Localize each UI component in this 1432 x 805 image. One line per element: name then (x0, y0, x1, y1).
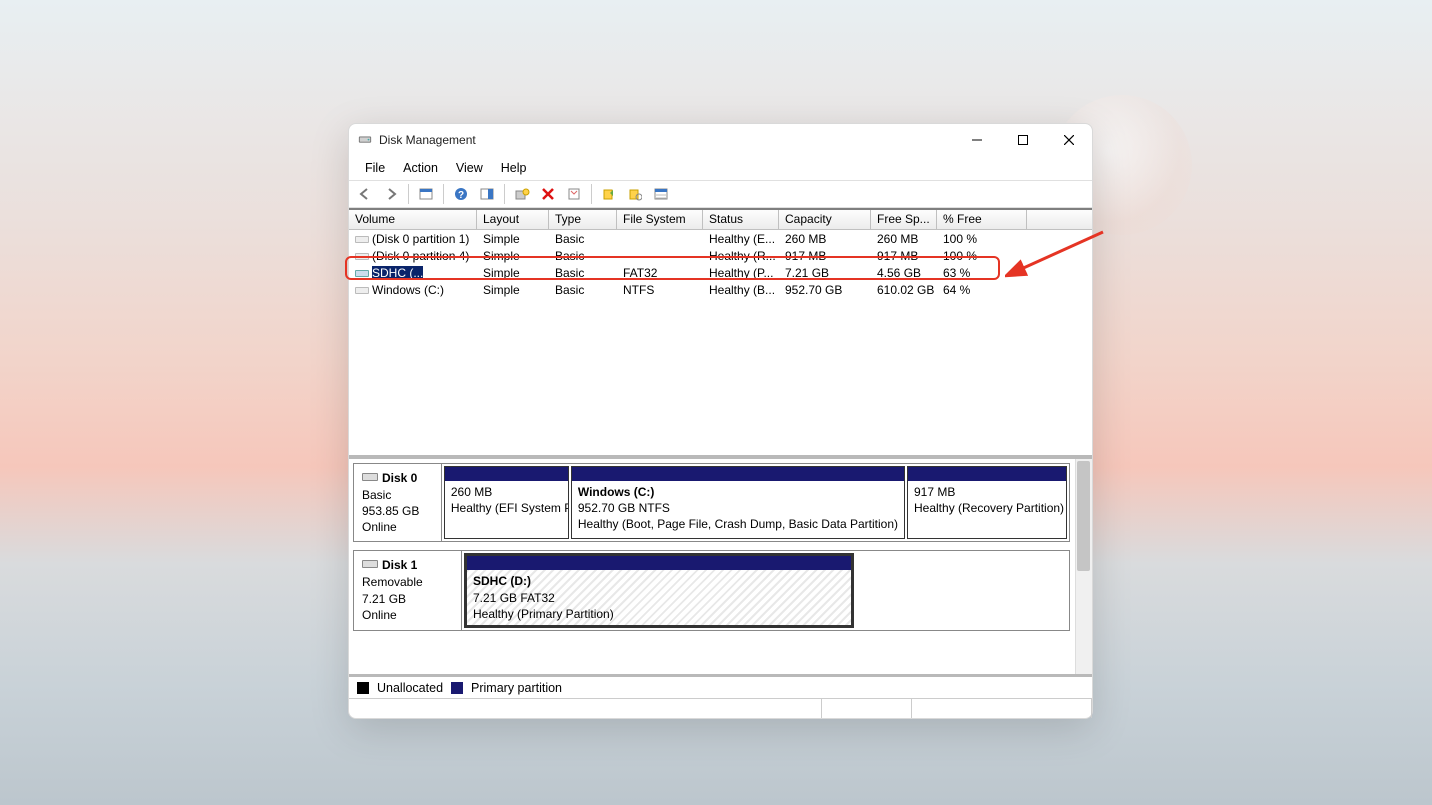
minimize-button[interactable] (954, 125, 1000, 155)
volume-row[interactable]: (Disk 0 partition 4) Simple Basic Health… (349, 247, 1092, 264)
legend-swatch-primary (451, 682, 463, 694)
maximize-button[interactable] (1000, 125, 1046, 155)
help-button[interactable]: ? (449, 183, 473, 205)
disk-row: Disk 0 Basic 953.85 GB Online 260 MB Hea… (353, 463, 1070, 542)
back-button[interactable] (353, 183, 377, 205)
refresh-button[interactable] (597, 183, 621, 205)
svg-text:?: ? (458, 190, 464, 201)
window-title: Disk Management (379, 133, 476, 147)
menu-help[interactable]: Help (493, 159, 535, 177)
disk-label[interactable]: Disk 0 Basic 953.85 GB Online (354, 464, 442, 541)
disk-icon (362, 558, 378, 574)
drive-icon (355, 267, 369, 279)
col-layout[interactable]: Layout (477, 210, 549, 229)
col-capacity[interactable]: Capacity (779, 210, 871, 229)
settings-button[interactable] (510, 183, 534, 205)
properties-button[interactable] (562, 183, 586, 205)
delete-button[interactable] (536, 183, 560, 205)
menubar: File Action View Help (349, 156, 1092, 180)
drive-icon (355, 233, 369, 245)
menu-view[interactable]: View (448, 159, 491, 177)
list-button[interactable] (649, 183, 673, 205)
col-free[interactable]: Free Sp... (871, 210, 937, 229)
menu-file[interactable]: File (357, 159, 393, 177)
disk-label[interactable]: Disk 1 Removable 7.21 GB Online (354, 551, 462, 630)
menu-action[interactable]: Action (395, 159, 446, 177)
scrollbar[interactable] (1075, 459, 1092, 674)
forward-button[interactable] (379, 183, 403, 205)
disk-icon (362, 471, 378, 487)
volume-row[interactable]: (Disk 0 partition 1) Simple Basic Health… (349, 230, 1092, 247)
volume-row-selected[interactable]: SDHC (... Simple Basic FAT32 Healthy (P.… (349, 264, 1092, 281)
rescan-disks-button[interactable] (623, 183, 647, 205)
legend-swatch-unallocated (357, 682, 369, 694)
partition[interactable]: 917 MB Healthy (Recovery Partition) (907, 466, 1067, 539)
disk-management-window: Disk Management File Action View Help ? … (348, 123, 1093, 719)
partition[interactable]: Windows (C:) 952.70 GB NTFS Healthy (Boo… (571, 466, 905, 539)
volume-list: (Disk 0 partition 1) Simple Basic Health… (349, 230, 1092, 455)
drive-icon (355, 250, 369, 262)
partition-selected[interactable]: SDHC (D:) 7.21 GB FAT32 Healthy (Primary… (464, 553, 854, 628)
titlebar[interactable]: Disk Management (349, 124, 1092, 156)
disk-graphical-view: Disk 0 Basic 953.85 GB Online 260 MB Hea… (349, 455, 1092, 674)
volume-list-header: Volume Layout Type File System Status Ca… (349, 208, 1092, 230)
legend: Unallocated Primary partition (349, 674, 1092, 698)
show-hide-action-pane-button[interactable] (475, 183, 499, 205)
app-icon (357, 132, 373, 148)
col-type[interactable]: Type (549, 210, 617, 229)
col-status[interactable]: Status (703, 210, 779, 229)
toolbar: ? (349, 180, 1092, 208)
close-button[interactable] (1046, 125, 1092, 155)
disk-row: Disk 1 Removable 7.21 GB Online SDHC (D:… (353, 550, 1070, 631)
drive-icon (355, 284, 369, 296)
col-fs[interactable]: File System (617, 210, 703, 229)
volume-row[interactable]: Windows (C:) Simple Basic NTFS Healthy (… (349, 281, 1092, 298)
show-hide-console-tree-button[interactable] (414, 183, 438, 205)
statusbar (349, 698, 1092, 718)
col-pct[interactable]: % Free (937, 210, 1027, 229)
partition[interactable]: 260 MB Healthy (EFI System P (444, 466, 569, 539)
col-volume[interactable]: Volume (349, 210, 477, 229)
